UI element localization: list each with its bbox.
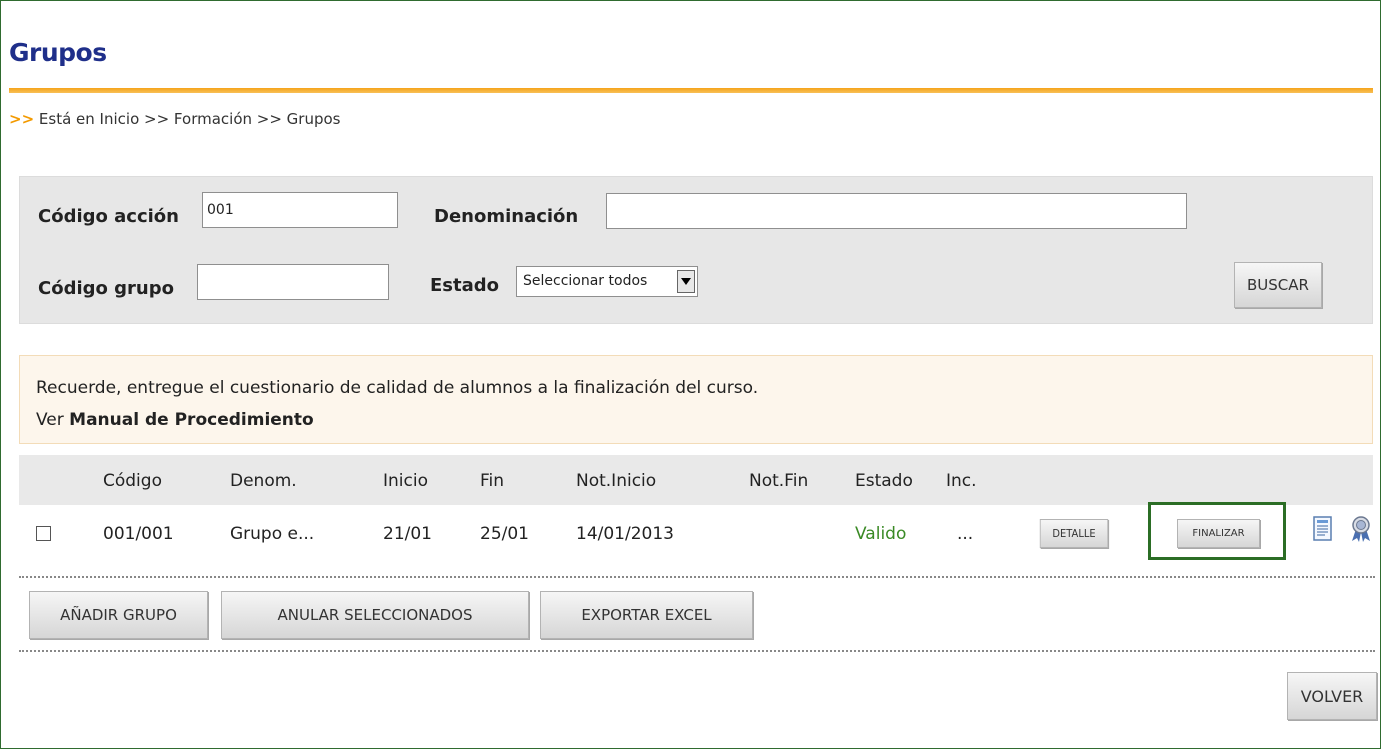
title-divider (9, 88, 1373, 93)
cell-estado: Valido (855, 524, 907, 544)
notice-line-2: Ver Manual de Procedimiento (36, 410, 314, 430)
column-header-codigo: Código (103, 471, 162, 491)
page-title: Grupos (9, 38, 107, 67)
column-header-estado: Estado (855, 471, 913, 491)
column-header-not-fin: Not.Fin (749, 471, 809, 491)
cell-codigo: 001/001 (103, 524, 174, 544)
cell-not-inicio: 14/01/2013 (576, 524, 674, 544)
document-icon[interactable] (1313, 516, 1333, 542)
buscar-button[interactable]: BUSCAR (1234, 262, 1322, 308)
anular-seleccionados-button[interactable]: ANULAR SELECCIONADOS (221, 591, 529, 639)
breadcrumb: >> Está en Inicio >> Formación >> Grupos (9, 110, 340, 128)
award-ribbon-icon[interactable] (1349, 515, 1373, 543)
notice-ver-text: Ver (36, 410, 64, 430)
codigo-grupo-input[interactable] (197, 264, 389, 300)
manual-procedimiento-link[interactable]: Manual de Procedimiento (69, 410, 314, 430)
detalle-button[interactable]: DETALLE (1039, 519, 1109, 548)
denominacion-input[interactable] (606, 193, 1187, 229)
anadir-grupo-button[interactable]: AÑADIR GRUPO (29, 591, 208, 639)
actions-divider (19, 650, 1375, 652)
column-header-denom: Denom. (230, 471, 297, 491)
column-header-not-inicio: Not.Inicio (576, 471, 657, 491)
breadcrumb-text: Está en Inicio >> Formación >> Grupos (38, 110, 341, 128)
table-header (19, 455, 1373, 505)
finalizar-highlight-box (1148, 502, 1286, 560)
notice-line-1: Recuerde, entregue el cuestionario de ca… (36, 378, 759, 398)
row-divider (19, 576, 1375, 578)
exportar-excel-button[interactable]: EXPORTAR EXCEL (540, 591, 753, 639)
volver-button[interactable]: VOLVER (1287, 672, 1377, 720)
cell-denom: Grupo e... (230, 524, 315, 544)
codigo-grupo-label: Código grupo (38, 278, 174, 299)
column-header-fin: Fin (480, 471, 505, 491)
estado-label: Estado (430, 275, 500, 296)
denominacion-label: Denominación (434, 206, 579, 227)
row-select-checkbox[interactable] (36, 526, 51, 541)
codigo-accion-input[interactable] (202, 192, 398, 228)
column-header-inicio: Inicio (383, 471, 428, 491)
estado-selected-value: Seleccionar todos (523, 273, 648, 289)
breadcrumb-arrows: >> (9, 110, 35, 128)
codigo-accion-label: Código acción (38, 206, 179, 227)
cell-fin: 25/01 (480, 524, 529, 544)
quality-notice: Recuerde, entregue el cuestionario de ca… (19, 355, 1373, 444)
cell-inicio: 21/01 (383, 524, 432, 544)
chevron-down-icon[interactable] (677, 270, 695, 293)
column-header-inc: Inc. (946, 471, 977, 491)
cell-inc[interactable]: ... (957, 524, 973, 544)
estado-select[interactable]: Seleccionar todos (516, 266, 698, 297)
